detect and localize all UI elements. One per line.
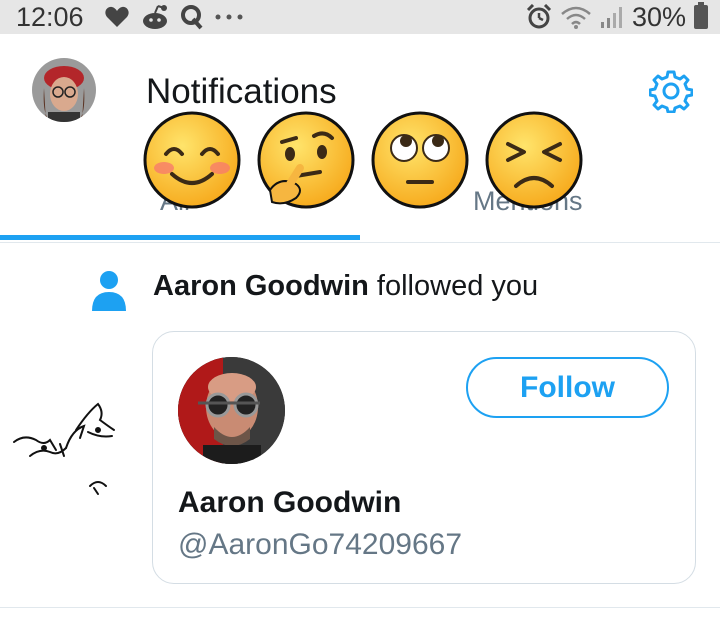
- status-left-icons: [104, 0, 244, 34]
- user-handle: @AaronGo74209667: [178, 528, 463, 561]
- person-icon: [92, 271, 126, 311]
- profile-avatar[interactable]: [32, 58, 96, 122]
- tab-bar: All Mentions: [0, 178, 720, 242]
- wifi-icon: [561, 6, 591, 29]
- heart-icon: [105, 6, 129, 27]
- notification-actor[interactable]: Aaron Goodwin: [153, 270, 369, 302]
- list-divider: [0, 607, 720, 608]
- smiling-face-emoji: [143, 111, 241, 209]
- status-right-icons: 30%: [526, 0, 708, 34]
- battery-icon: [694, 2, 708, 29]
- page-title: Notifications: [146, 72, 337, 111]
- reddit-icon: [143, 5, 167, 29]
- user-card[interactable]: Follow Aaron Goodwin @AaronGo74209667: [152, 331, 696, 584]
- battery-percent: 30%: [631, 1, 686, 32]
- notification-text: Aaron Goodwin followed you: [153, 270, 538, 303]
- gear-icon[interactable]: [649, 69, 693, 113]
- alarm-icon: [526, 4, 552, 29]
- tabs-divider: [0, 242, 720, 243]
- follow-button[interactable]: Follow: [466, 357, 669, 418]
- user-avatar[interactable]: [178, 357, 285, 464]
- more-dots-icon: [215, 14, 243, 20]
- status-bar: 12:06 30%: [0, 0, 720, 34]
- user-display-name[interactable]: Aaron Goodwin: [178, 486, 401, 520]
- persevering-face-emoji: [485, 111, 583, 209]
- eye-roll-emoji: [371, 111, 469, 209]
- status-time: 12:06: [16, 2, 84, 32]
- notification-action: followed you: [368, 270, 539, 302]
- tab-selected-indicator: [0, 235, 360, 240]
- doodle-drawing: [13, 402, 115, 495]
- thinking-face-emoji: [257, 111, 355, 209]
- signal-icon: [600, 7, 622, 28]
- quora-icon: [181, 5, 203, 30]
